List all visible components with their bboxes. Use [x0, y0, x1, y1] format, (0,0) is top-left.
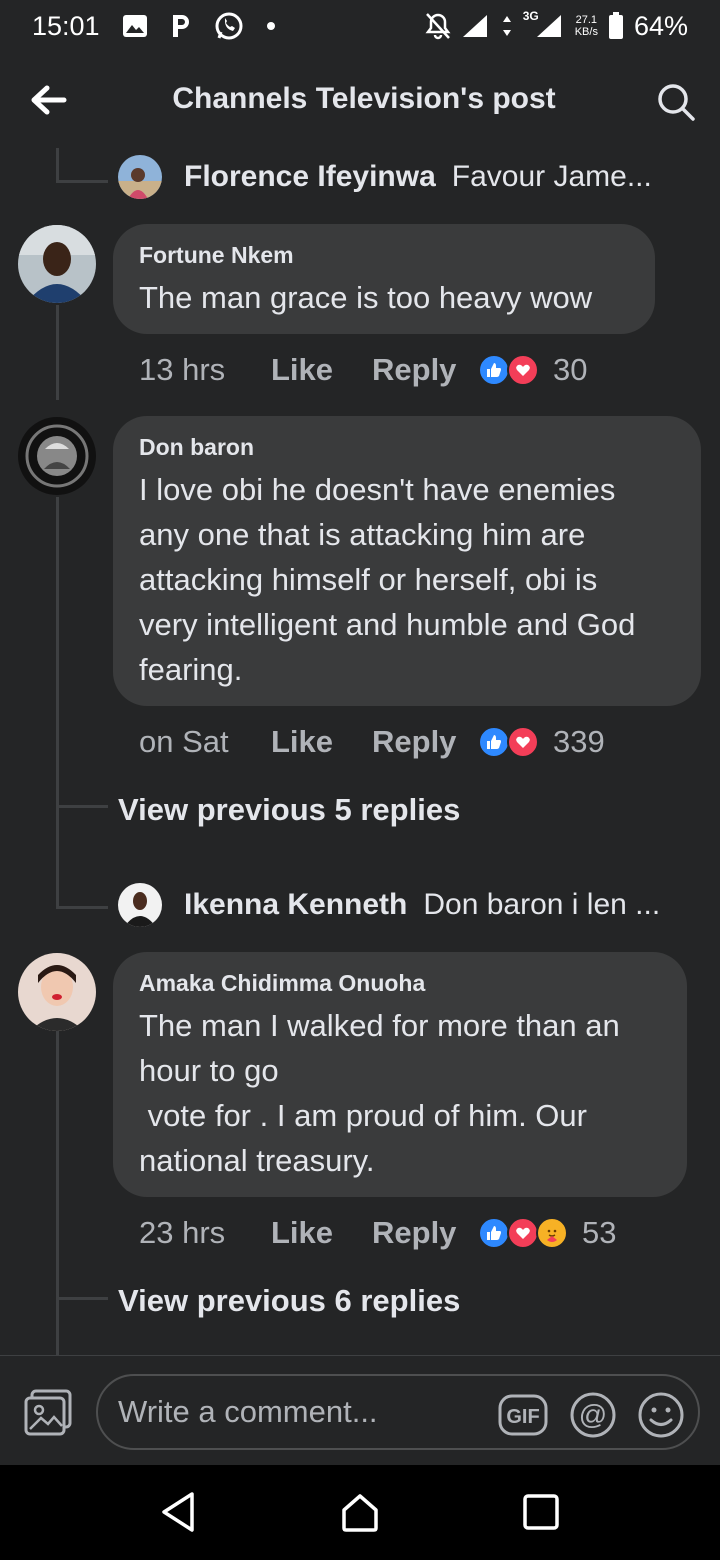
thread-line: [56, 906, 108, 909]
view-previous-replies[interactable]: View previous 5 replies: [118, 792, 460, 828]
comment-author[interactable]: Amaka Chidimma Onuoha: [139, 970, 661, 997]
comment-author[interactable]: Fortune Nkem: [139, 242, 629, 269]
reply-button[interactable]: Reply: [372, 724, 478, 760]
home-icon: [342, 1494, 378, 1532]
like-reaction-icon: [478, 726, 510, 758]
recents-icon: [523, 1494, 559, 1530]
gif-icon: GIF: [498, 1394, 548, 1436]
search-icon: [658, 84, 695, 121]
photo-icon: [24, 1389, 72, 1436]
reactions-summary[interactable]: 30: [478, 352, 587, 388]
gif-label: GIF: [506, 1406, 539, 1428]
comment-text: I love obi he doesn't have enemies any o…: [139, 472, 636, 687]
thread-line: [56, 1031, 59, 1355]
comment-actions: on Sat Like Reply 339: [139, 722, 605, 762]
emoji-icon: [638, 1392, 684, 1438]
system-nav-bar: [0, 1465, 720, 1560]
p-icon: [170, 13, 192, 39]
thread-line: [56, 148, 59, 182]
nav-recents-button[interactable]: [518, 1489, 564, 1535]
reply-author[interactable]: Florence Ifeyinwa: [184, 160, 436, 194]
comment-text: The man I walked for more than an hour t…: [139, 1008, 620, 1178]
battery-icon: [608, 12, 624, 40]
comment-time[interactable]: 13 hrs: [139, 352, 271, 388]
status-bar: 15:01 3G 27.1 KB/s 64%: [0, 0, 720, 52]
thread-line: [56, 805, 108, 808]
notifications-off-icon: [425, 12, 451, 40]
reply-preview[interactable]: Florence Ifeyinwa Favour Jame...: [118, 152, 652, 202]
triangle-back-icon: [162, 1492, 194, 1532]
network-speed: 27.1 KB/s: [574, 14, 598, 38]
reaction-count: 30: [553, 352, 588, 387]
signal-icon: [461, 13, 491, 39]
like-reaction-icon: [478, 1217, 510, 1249]
like-button[interactable]: Like: [271, 1215, 372, 1251]
comment-text: The man grace is too heavy wow: [139, 280, 593, 315]
view-previous-replies[interactable]: View previous 6 replies: [118, 1283, 460, 1319]
battery-percent: 64%: [633, 10, 688, 41]
app-header: Channels Television's post: [0, 52, 720, 148]
comment-bubble[interactable]: Don baron I love obi he doesn't have ene…: [113, 416, 701, 706]
whatsapp-icon: [214, 11, 244, 41]
thread-line: [56, 1297, 108, 1300]
thread-line: [56, 180, 108, 183]
love-reaction-icon: [507, 1217, 539, 1249]
comment-composer: Write a comment... GIF @: [0, 1355, 720, 1465]
photo-button[interactable]: [22, 1388, 74, 1438]
mention-icon: @: [570, 1392, 616, 1438]
like-button[interactable]: Like: [271, 724, 372, 760]
like-button[interactable]: Like: [271, 352, 372, 388]
comment-time[interactable]: 23 hrs: [139, 1215, 271, 1251]
comment-input[interactable]: Write a comment... GIF @: [96, 1374, 700, 1450]
avatar: [118, 155, 162, 199]
care-reaction-icon: [536, 1217, 568, 1249]
nav-home-button[interactable]: [337, 1489, 383, 1535]
comment-author[interactable]: Don baron: [139, 434, 675, 461]
reaction-count: 339: [553, 724, 605, 759]
comment-actions: 13 hrs Like Reply 30: [139, 350, 587, 390]
page-title: Channels Television's post: [172, 82, 556, 115]
reply-button[interactable]: Reply: [372, 1215, 478, 1251]
avatar: [118, 883, 162, 927]
comment-input-placeholder: Write a comment...: [118, 1394, 378, 1429]
mention-button[interactable]: @: [568, 1390, 618, 1440]
reply-author[interactable]: Ikenna Kenneth: [184, 888, 407, 922]
like-reaction-icon: [478, 354, 510, 386]
emoji-button[interactable]: [636, 1390, 686, 1440]
data-arrows-icon: [501, 14, 513, 38]
image-icon: [122, 14, 148, 38]
reactions-summary[interactable]: 339: [478, 724, 605, 760]
reply-preview[interactable]: Ikenna Kenneth Don baron i len ...: [118, 880, 660, 930]
love-reaction-icon: [507, 354, 539, 386]
dot-icon: [266, 21, 276, 31]
search-button[interactable]: [654, 80, 698, 124]
thread-line: [56, 305, 59, 400]
comment-time[interactable]: on Sat: [139, 724, 271, 760]
network-type: 3G: [522, 9, 539, 23]
signal-icon-2: [535, 13, 565, 39]
avatar[interactable]: [18, 417, 96, 495]
avatar[interactable]: [18, 953, 96, 1031]
svg-text:@: @: [579, 1399, 607, 1430]
gif-button[interactable]: GIF: [498, 1390, 548, 1440]
reply-snippet: Favour Jame...: [451, 160, 652, 193]
reply-button[interactable]: Reply: [372, 352, 478, 388]
reaction-count: 53: [582, 1215, 617, 1250]
avatar[interactable]: [18, 225, 96, 303]
thread-line: [56, 497, 59, 909]
status-time: 15:01: [32, 10, 100, 41]
comment-bubble[interactable]: Amaka Chidimma Onuoha The man I walked f…: [113, 952, 687, 1197]
nav-back-button[interactable]: [155, 1489, 201, 1535]
reply-snippet: Don baron i len ...: [423, 888, 661, 921]
comment-bubble[interactable]: Fortune Nkem The man grace is too heavy …: [113, 224, 655, 334]
comment-actions: 23 hrs Like Reply 53: [139, 1213, 616, 1253]
reactions-summary[interactable]: 53: [478, 1215, 616, 1251]
love-reaction-icon: [507, 726, 539, 758]
